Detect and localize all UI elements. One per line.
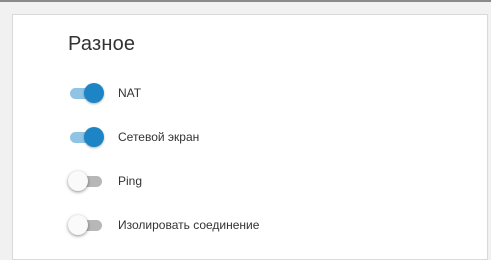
toggle-knob <box>68 215 88 235</box>
settings-screen: Разное NAT Сетевой экран Ping Изолироват… <box>0 0 491 260</box>
toggle-row-nat: NAT <box>68 81 141 105</box>
top-divider <box>0 0 491 2</box>
nat-toggle[interactable] <box>68 82 104 104</box>
toggle-knob <box>84 127 104 147</box>
toggle-knob <box>68 171 88 191</box>
toggle-knob <box>84 83 104 103</box>
ping-toggle[interactable] <box>68 170 104 192</box>
toggle-row-ping: Ping <box>68 169 142 193</box>
toggle-row-isolation: Изолировать соединение <box>68 213 259 237</box>
ping-label: Ping <box>118 174 143 188</box>
misc-settings-card: Разное NAT Сетевой экран Ping Изолироват… <box>12 14 488 260</box>
isolate-connection-toggle[interactable] <box>68 214 104 236</box>
isolate-connection-label: Изолировать соединение <box>118 218 260 232</box>
nat-label: NAT <box>118 86 142 100</box>
toggle-row-firewall: Сетевой экран <box>68 125 199 149</box>
section-title: Разное <box>68 33 136 55</box>
firewall-toggle[interactable] <box>68 126 104 148</box>
firewall-label: Сетевой экран <box>118 130 200 144</box>
